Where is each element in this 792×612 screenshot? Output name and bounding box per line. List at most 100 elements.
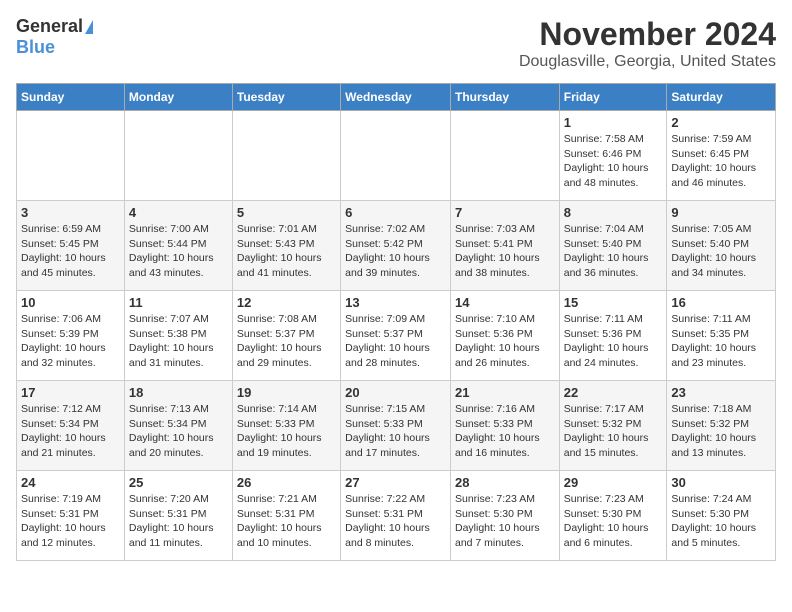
day-number: 22 [564,385,663,400]
day-number: 30 [671,475,771,490]
calendar-week-row: 1Sunrise: 7:58 AM Sunset: 6:46 PM Daylig… [17,111,776,201]
calendar-week-row: 3Sunrise: 6:59 AM Sunset: 5:45 PM Daylig… [17,201,776,291]
day-info: Sunrise: 7:11 AM Sunset: 5:36 PM Dayligh… [564,312,663,371]
header: General Blue November 2024 Douglasville,… [16,16,776,71]
weekday-header-cell: Thursday [450,84,559,111]
calendar-day-cell: 4Sunrise: 7:00 AM Sunset: 5:44 PM Daylig… [124,201,232,291]
day-number: 18 [129,385,228,400]
day-info: Sunrise: 7:21 AM Sunset: 5:31 PM Dayligh… [237,492,336,551]
day-info: Sunrise: 7:20 AM Sunset: 5:31 PM Dayligh… [129,492,228,551]
day-number: 13 [345,295,446,310]
day-info: Sunrise: 7:18 AM Sunset: 5:32 PM Dayligh… [671,402,771,461]
day-number: 10 [21,295,120,310]
day-info: Sunrise: 7:08 AM Sunset: 5:37 PM Dayligh… [237,312,336,371]
day-number: 16 [671,295,771,310]
calendar-day-cell [17,111,125,201]
day-number: 20 [345,385,446,400]
calendar-table: SundayMondayTuesdayWednesdayThursdayFrid… [16,83,776,561]
calendar-body: 1Sunrise: 7:58 AM Sunset: 6:46 PM Daylig… [17,111,776,561]
day-info: Sunrise: 7:22 AM Sunset: 5:31 PM Dayligh… [345,492,446,551]
calendar-day-cell [450,111,559,201]
day-number: 14 [455,295,555,310]
day-number: 7 [455,205,555,220]
calendar-day-cell: 3Sunrise: 6:59 AM Sunset: 5:45 PM Daylig… [17,201,125,291]
calendar-day-cell: 8 Sunrise: 7:04 AM Sunset: 5:40 PM Daylig… [559,201,667,291]
calendar-day-cell: 1Sunrise: 7:58 AM Sunset: 6:46 PM Daylig… [559,111,667,201]
day-number: 1 [564,115,663,130]
calendar-day-cell: 19 Sunrise: 7:14 AM Sunset: 5:33 PM Dayli… [232,381,340,471]
calendar-day-cell: 23 Sunrise: 7:18 AM Sunset: 5:32 PM Dayli… [667,381,776,471]
day-info: Sunrise: 7:19 AM Sunset: 5:31 PM Dayligh… [21,492,120,551]
calendar-day-cell: 5 Sunrise: 7:01 AM Sunset: 5:43 PM Daylig… [232,201,340,291]
calendar-day-cell: 29 Sunrise: 7:23 AM Sunset: 5:30 PM Dayli… [559,471,667,561]
day-info: Sunrise: 7:02 AM Sunset: 5:42 PM Dayligh… [345,222,446,281]
day-number: 29 [564,475,663,490]
day-info: Sunrise: 7:09 AM Sunset: 5:37 PM Dayligh… [345,312,446,371]
calendar-day-cell [232,111,340,201]
calendar-day-cell: 2 Sunrise: 7:59 AM Sunset: 6:45 PM Daylig… [667,111,776,201]
day-info: Sunrise: 7:06 AM Sunset: 5:39 PM Dayligh… [21,312,120,371]
weekday-header-cell: Monday [124,84,232,111]
calendar-day-cell: 16 Sunrise: 7:11 AM Sunset: 5:35 PM Dayli… [667,291,776,381]
weekday-header-cell: Sunday [17,84,125,111]
day-info: Sunrise: 7:23 AM Sunset: 5:30 PM Dayligh… [564,492,663,551]
day-number: 6 [345,205,446,220]
day-info: Sunrise: 7:07 AM Sunset: 5:38 PM Dayligh… [129,312,228,371]
logo-general-text: General [16,16,83,37]
calendar-day-cell: 30 Sunrise: 7:24 AM Sunset: 5:30 PM Dayli… [667,471,776,561]
calendar-day-cell [124,111,232,201]
day-number: 26 [237,475,336,490]
weekday-header-cell: Wednesday [341,84,451,111]
calendar-day-cell: 26 Sunrise: 7:21 AM Sunset: 5:31 PM Dayli… [232,471,340,561]
day-number: 17 [21,385,120,400]
day-number: 19 [237,385,336,400]
day-number: 3 [21,205,120,220]
day-number: 21 [455,385,555,400]
calendar-week-row: 24 Sunrise: 7:19 AM Sunset: 5:31 PM Dayli… [17,471,776,561]
calendar-day-cell: 12Sunrise: 7:08 AM Sunset: 5:37 PM Dayli… [232,291,340,381]
day-number: 28 [455,475,555,490]
day-info: Sunrise: 7:59 AM Sunset: 6:45 PM Dayligh… [671,132,771,191]
calendar-day-cell: 20 Sunrise: 7:15 AM Sunset: 5:33 PM Dayli… [341,381,451,471]
calendar-day-cell: 17 Sunrise: 7:12 AM Sunset: 5:34 PM Dayli… [17,381,125,471]
day-number: 27 [345,475,446,490]
calendar-week-row: 17 Sunrise: 7:12 AM Sunset: 5:34 PM Dayli… [17,381,776,471]
weekday-header-row: SundayMondayTuesdayWednesdayThursdayFrid… [17,84,776,111]
day-info: Sunrise: 7:11 AM Sunset: 5:35 PM Dayligh… [671,312,771,371]
day-info: Sunrise: 7:10 AM Sunset: 5:36 PM Dayligh… [455,312,555,371]
day-info: Sunrise: 7:14 AM Sunset: 5:33 PM Dayligh… [237,402,336,461]
calendar-day-cell: 25 Sunrise: 7:20 AM Sunset: 5:31 PM Dayli… [124,471,232,561]
weekday-header-cell: Friday [559,84,667,111]
location-title: Douglasville, Georgia, United States [519,53,776,71]
day-number: 23 [671,385,771,400]
calendar-day-cell [341,111,451,201]
day-info: Sunrise: 7:24 AM Sunset: 5:30 PM Dayligh… [671,492,771,551]
day-info: Sunrise: 7:13 AM Sunset: 5:34 PM Dayligh… [129,402,228,461]
logo-blue-text: Blue [16,37,55,58]
calendar-day-cell: 22 Sunrise: 7:17 AM Sunset: 5:32 PM Dayli… [559,381,667,471]
day-info: Sunrise: 7:17 AM Sunset: 5:32 PM Dayligh… [564,402,663,461]
calendar-day-cell: 21 Sunrise: 7:16 AM Sunset: 5:33 PM Dayli… [450,381,559,471]
day-number: 4 [129,205,228,220]
day-info: Sunrise: 7:01 AM Sunset: 5:43 PM Dayligh… [237,222,336,281]
day-number: 11 [129,295,228,310]
day-number: 25 [129,475,228,490]
day-info: Sunrise: 7:12 AM Sunset: 5:34 PM Dayligh… [21,402,120,461]
day-info: Sunrise: 7:15 AM Sunset: 5:33 PM Dayligh… [345,402,446,461]
day-number: 24 [21,475,120,490]
day-info: Sunrise: 7:04 AM Sunset: 5:40 PM Dayligh… [564,222,663,281]
calendar-day-cell: 15Sunrise: 7:11 AM Sunset: 5:36 PM Dayli… [559,291,667,381]
month-title: November 2024 [519,16,776,53]
weekday-header-cell: Saturday [667,84,776,111]
day-number: 5 [237,205,336,220]
day-number: 8 [564,205,663,220]
calendar-day-cell: 9Sunrise: 7:05 AM Sunset: 5:40 PM Daylig… [667,201,776,291]
title-area: November 2024 Douglasville, Georgia, Uni… [519,16,776,71]
day-info: Sunrise: 7:23 AM Sunset: 5:30 PM Dayligh… [455,492,555,551]
calendar-week-row: 10 Sunrise: 7:06 AM Sunset: 5:39 PM Dayli… [17,291,776,381]
day-info: Sunrise: 7:16 AM Sunset: 5:33 PM Dayligh… [455,402,555,461]
day-number: 2 [671,115,771,130]
calendar-day-cell: 11 Sunrise: 7:07 AM Sunset: 5:38 PM Dayli… [124,291,232,381]
logo-triangle-icon [85,20,93,34]
calendar-day-cell: 14 Sunrise: 7:10 AM Sunset: 5:36 PM Dayli… [450,291,559,381]
